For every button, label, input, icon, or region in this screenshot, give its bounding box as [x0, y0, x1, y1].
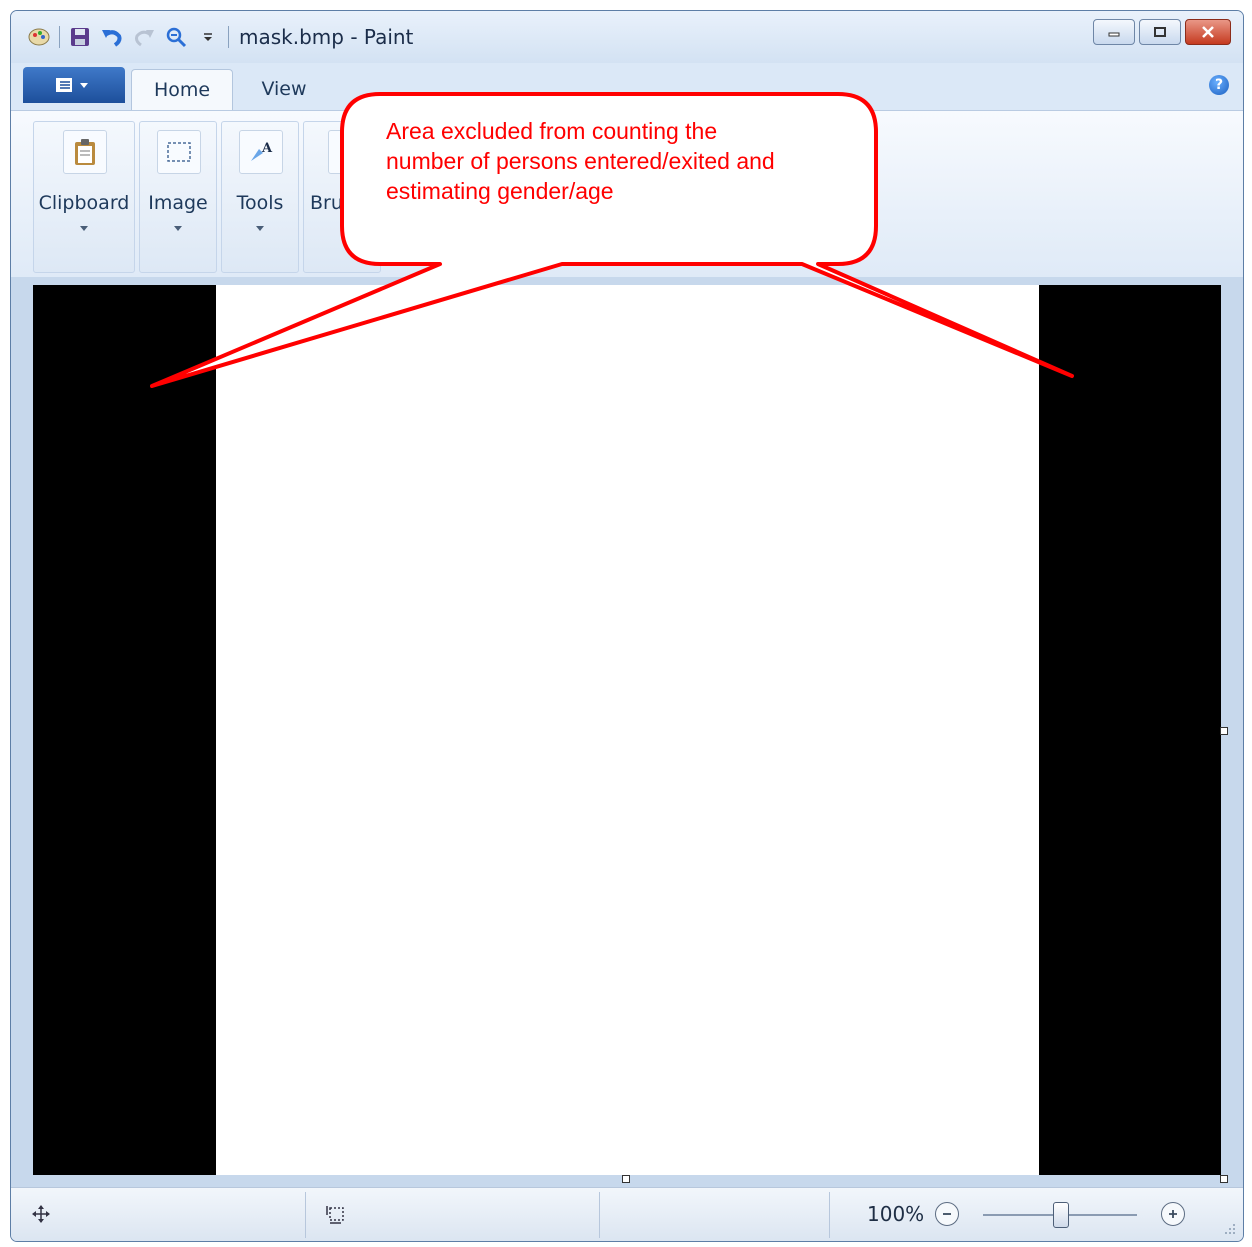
annotation-line: number of persons entered/exited and [386, 148, 775, 174]
separator [305, 1192, 306, 1238]
excluded-region-left [33, 285, 216, 1175]
quick-access-toolbar: mask.bmp - Paint [27, 23, 413, 51]
tab-home[interactable]: Home [131, 69, 233, 110]
chevron-down-icon [80, 226, 88, 231]
undo-icon[interactable] [100, 25, 124, 49]
separator [228, 26, 229, 48]
zoom-level: 100% [867, 1202, 925, 1226]
annotation-text: Area excluded from counting the number o… [386, 116, 856, 206]
brushes-label: Bru [310, 192, 343, 214]
image-label: Image [148, 192, 208, 214]
annotation-line: Area excluded from counting the [386, 118, 718, 144]
svg-text:A: A [261, 141, 273, 156]
ribbon-tabs: Home View ? [11, 63, 1243, 111]
redo-icon[interactable] [132, 25, 156, 49]
brushes-group[interactable]: Bru [303, 121, 381, 273]
customize-dropdown-icon[interactable] [196, 25, 220, 49]
cursor-position-icon [29, 1202, 53, 1226]
paint-menu-button[interactable] [23, 67, 125, 103]
minimize-icon [1108, 32, 1120, 37]
minimize-button[interactable] [1093, 19, 1135, 45]
select-icon [157, 130, 201, 174]
canvas-area[interactable] [11, 277, 1243, 1187]
maximize-button[interactable] [1139, 19, 1181, 45]
brushes-icon [328, 130, 372, 174]
tab-view[interactable]: View [249, 69, 319, 109]
separator [829, 1192, 830, 1238]
menu-icon [56, 78, 88, 92]
status-bar: 100% [11, 1187, 1243, 1241]
zoom-in-button[interactable] [1161, 1202, 1185, 1226]
chevron-down-icon [174, 226, 182, 231]
save-icon[interactable] [68, 25, 92, 49]
zoom-slider-thumb[interactable] [1053, 1202, 1069, 1228]
separator [59, 26, 60, 48]
resize-handle-corner[interactable] [1220, 1175, 1228, 1183]
clipboard-group[interactable]: Clipboard [33, 121, 135, 273]
image-group[interactable]: Image [139, 121, 217, 273]
maximize-icon [1154, 27, 1166, 37]
zoom-icon[interactable] [164, 25, 188, 49]
excluded-region-right [1039, 285, 1221, 1175]
chevron-down-icon [256, 226, 264, 231]
window-title: mask.bmp - Paint [239, 25, 414, 49]
resize-handle-bottom[interactable] [622, 1175, 630, 1183]
clipboard-label: Clipboard [38, 192, 130, 214]
close-button[interactable] [1185, 19, 1231, 45]
clipboard-icon [63, 130, 107, 174]
help-icon[interactable]: ? [1209, 75, 1229, 95]
separator [599, 1192, 600, 1238]
zoom-in-icon [1169, 1210, 1177, 1218]
tools-label: Tools [236, 192, 284, 214]
zoom-out-icon [943, 1213, 951, 1215]
drawing-canvas[interactable] [33, 285, 1221, 1175]
tools-group[interactable]: A Tools [221, 121, 299, 273]
zoom-out-button[interactable] [935, 1202, 959, 1226]
paint-app-icon[interactable] [27, 25, 51, 49]
annotation-line: estimating gender/age [386, 178, 614, 204]
resize-handle-right[interactable] [1220, 727, 1228, 735]
title-bar: mask.bmp - Paint [11, 11, 1243, 63]
window-controls [1089, 19, 1231, 45]
selection-size-icon [323, 1202, 347, 1226]
tools-icon: A [239, 130, 283, 174]
resize-grip-icon[interactable] [1217, 1216, 1241, 1240]
close-icon [1202, 26, 1214, 38]
